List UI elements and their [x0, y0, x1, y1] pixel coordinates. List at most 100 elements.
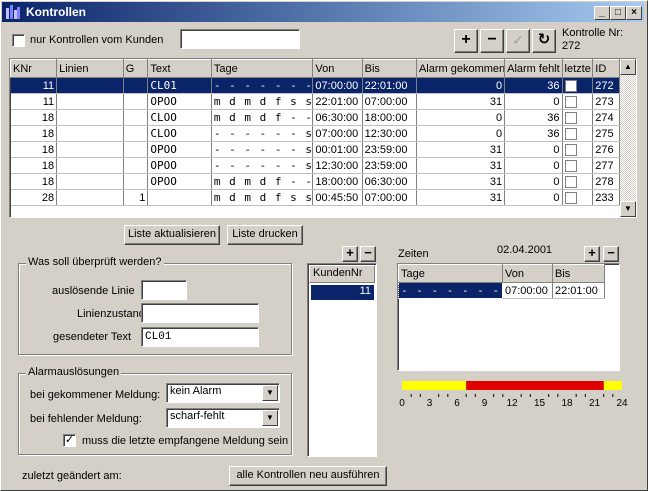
grid-cell-text[interactable]: CLOO [147, 125, 212, 142]
table-row[interactable]: 18 OPOO m d m d f - -18:00:00 06:30:00 31 0 27… [10, 173, 620, 190]
grid-scrollbar[interactable] [620, 59, 636, 217]
grid-cell-g[interactable] [123, 77, 149, 94]
grid-cell-von[interactable]: 00:01:00 [312, 141, 363, 158]
table-row[interactable]: 11 CL01- - - - - - -07:00:00 22:01:00 0 36 27… [10, 77, 620, 94]
received-select[interactable]: kein Alarm ▼ [166, 383, 280, 403]
times-col-von[interactable]: Von [502, 264, 553, 283]
grid-col-header[interactable]: Text [147, 59, 212, 78]
grid-cell-bis[interactable]: 12:30:00 [362, 125, 417, 142]
maximize-button[interactable]: □ [610, 6, 626, 20]
grid-cell-gekommen[interactable]: 31 [416, 141, 506, 158]
grid-cell-linien[interactable] [56, 189, 124, 206]
grid-cell-fehlt[interactable]: 36 [504, 125, 563, 142]
grid-cell-id[interactable]: 277 [592, 157, 620, 174]
customer-filter-checkbox[interactable] [12, 34, 25, 47]
letzte-checkbox[interactable] [564, 79, 577, 92]
grid-cell-letzte[interactable] [562, 93, 594, 110]
grid-col-header[interactable]: Alarm gekommen [415, 59, 506, 78]
grid-cell-letzte[interactable] [562, 173, 594, 190]
grid-cell-tage[interactable]: m d m d f s s [211, 93, 314, 110]
customer-add-button[interactable]: + [342, 246, 358, 262]
grid-cell-bis[interactable]: 22:01:00 [362, 77, 417, 94]
minimize-button[interactable]: _ [594, 6, 610, 20]
times-cell-bis[interactable]: 22:01:00 [552, 282, 605, 299]
times-cell-von[interactable]: 07:00:00 [502, 282, 553, 299]
grid-cell-tage[interactable]: m d m d f - - [211, 173, 314, 190]
grid-col-header[interactable]: Von [312, 59, 363, 78]
remove-button[interactable]: − [480, 29, 504, 53]
table-row[interactable]: 18 OPOO - - - - - - s 12:30:00 23:59:00 31 0 27… [10, 157, 620, 174]
letzte-checkbox[interactable] [564, 191, 577, 204]
grid-cell-g[interactable] [123, 93, 149, 110]
refresh-icon-button[interactable]: ↻ [532, 29, 556, 53]
grid-cell-tage[interactable]: m d m d f s s [211, 189, 314, 206]
grid-cell-text[interactable] [147, 189, 212, 206]
grid-col-header[interactable]: Alarm fehlt [504, 59, 563, 78]
letzte-checkbox[interactable] [564, 143, 577, 156]
grid-cell-bis[interactable]: 07:00:00 [362, 93, 417, 110]
scroll-down-icon[interactable]: ▼ [620, 201, 636, 217]
grid-cell-g[interactable] [123, 125, 149, 142]
grid-cell-text[interactable]: OPOO [147, 141, 212, 158]
grid-cell-id[interactable]: 272 [592, 77, 620, 94]
grid-cell-gekommen[interactable]: 0 [416, 109, 506, 126]
grid-cell-knr[interactable]: 18 [10, 157, 58, 174]
letzte-checkbox[interactable] [564, 111, 577, 124]
grid-cell-letzte[interactable] [562, 189, 594, 206]
grid-cell-id[interactable]: 233 [592, 189, 620, 206]
grid-cell-bis[interactable]: 07:00:00 [362, 189, 417, 206]
grid-cell-knr[interactable]: 18 [10, 173, 58, 190]
grid-cell-linien[interactable] [56, 173, 124, 190]
grid-cell-knr[interactable]: 11 [10, 77, 58, 94]
grid-cell-knr[interactable]: 11 [10, 93, 58, 110]
last-message-checkbox[interactable]: ✓ [63, 434, 76, 447]
grid-cell-letzte[interactable] [562, 125, 594, 142]
grid-cell-letzte[interactable] [562, 109, 594, 126]
times-col-tage[interactable]: Tage [398, 264, 503, 283]
customer-filter-input[interactable] [180, 29, 300, 49]
trigger-line-input[interactable] [141, 280, 187, 300]
grid-cell-g[interactable] [123, 173, 149, 190]
times-remove-button[interactable]: − [603, 246, 619, 262]
grid-cell-tage[interactable]: - - - - - - s [211, 157, 314, 174]
grid-col-header[interactable]: Tage [210, 59, 314, 78]
grid-cell-text[interactable]: OPOO [147, 157, 212, 174]
grid-cell-letzte[interactable] [562, 77, 594, 94]
grid-col-header[interactable]: Bis [361, 59, 417, 78]
chevron-down-icon[interactable]: ▼ [262, 385, 278, 401]
grid-cell-gekommen[interactable]: 31 [416, 173, 506, 190]
grid-col-header[interactable]: KNr [10, 59, 58, 78]
grid-cell-bis[interactable]: 18:00:00 [362, 109, 417, 126]
grid-cell-von[interactable]: 12:30:00 [312, 157, 363, 174]
grid-cell-fehlt[interactable]: 0 [504, 141, 563, 158]
grid-cell-tage[interactable]: - - - - - - - [211, 77, 314, 94]
grid-cell-letzte[interactable] [562, 141, 594, 158]
grid-cell-linien[interactable] [56, 77, 124, 94]
grid-cell-von[interactable]: 00:45:50 [312, 189, 363, 206]
grid-cell-text[interactable]: CL01 [147, 77, 212, 94]
line-state-input[interactable] [141, 303, 259, 323]
grid-cell-von[interactable]: 06:30:00 [312, 109, 363, 126]
grid-cell-gekommen[interactable]: 31 [416, 93, 506, 110]
chevron-down-icon[interactable]: ▼ [262, 410, 278, 426]
grid-cell-bis[interactable]: 06:30:00 [362, 173, 417, 190]
grid-cell-gekommen[interactable]: 31 [416, 157, 506, 174]
table-row[interactable]: 18 OPOO - - - - - - s 00:01:00 23:59:00 31 0 27… [10, 141, 620, 158]
missing-select[interactable]: scharf-fehlt ▼ [166, 408, 280, 428]
print-list-button[interactable]: Liste drucken [227, 225, 303, 245]
grid-cell-id[interactable]: 278 [592, 173, 620, 190]
table-row[interactable]: 18 CLOO m d m d f - -06:30:00 18:00:00 0 36 27… [10, 109, 620, 126]
letzte-checkbox[interactable] [564, 95, 577, 108]
grid-cell-gekommen[interactable]: 0 [416, 125, 506, 142]
customer-list-item[interactable]: 11 [311, 285, 374, 300]
customer-remove-button[interactable]: − [360, 246, 376, 262]
grid-cell-tage[interactable]: - - - - - - s [211, 141, 314, 158]
grid-cell-linien[interactable] [56, 141, 124, 158]
times-cell-tage[interactable]: - - - - - - - [398, 282, 503, 299]
letzte-checkbox[interactable] [564, 159, 577, 172]
grid-col-header[interactable]: Linien [56, 59, 124, 78]
grid-cell-knr[interactable]: 18 [10, 125, 58, 142]
grid-cell-fehlt[interactable]: 0 [504, 189, 563, 206]
grid-cell-bis[interactable]: 23:59:00 [362, 141, 417, 158]
grid-cell-g[interactable] [123, 157, 149, 174]
